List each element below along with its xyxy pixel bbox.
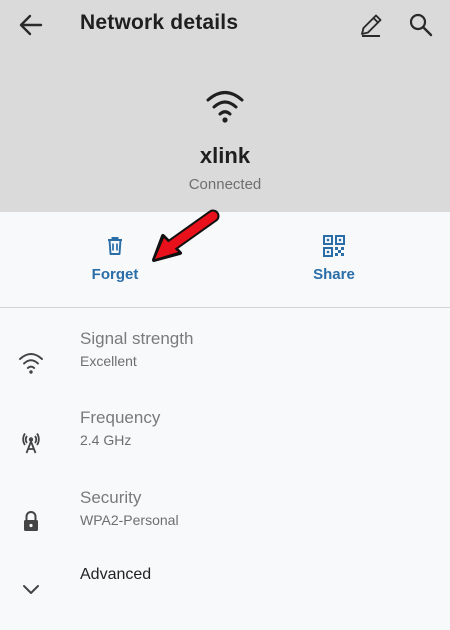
edit-button[interactable]: [354, 8, 388, 42]
forget-label: Forget: [91, 266, 139, 283]
qr-code-icon: [323, 235, 345, 257]
advanced-title: Advanced: [80, 566, 152, 583]
connection-status: Connected: [188, 176, 262, 193]
detail-title: Security: [80, 488, 142, 507]
page-title: Network details: [80, 11, 239, 34]
pencil-icon: [361, 14, 382, 37]
signal-strength-row[interactable]: Signal strength Excellent: [0, 329, 450, 393]
detail-value: Excellent: [80, 353, 137, 369]
back-button[interactable]: [14, 8, 48, 42]
network-header: Network details xlink Connected: [0, 0, 450, 212]
forget-button[interactable]: Forget: [55, 228, 175, 292]
share-button[interactable]: Share: [274, 228, 394, 292]
detail-value: WPA2-Personal: [80, 512, 179, 528]
wifi-icon: [204, 86, 246, 126]
detail-title: Frequency: [80, 408, 161, 427]
search-icon: [409, 13, 433, 37]
detail-value: 2.4 GHz: [80, 432, 132, 448]
share-label: Share: [313, 266, 355, 283]
frequency-row[interactable]: Frequency 2.4 GHz: [0, 408, 450, 472]
search-button[interactable]: [404, 8, 438, 42]
antenna-icon: [22, 432, 40, 454]
advanced-row[interactable]: Advanced: [0, 566, 450, 630]
lock-icon: [24, 511, 38, 531]
trash-icon: [108, 237, 122, 255]
app-bar: Network details: [0, 0, 450, 50]
security-row[interactable]: Security WPA2-Personal: [0, 488, 450, 552]
network-ssid: xlink: [199, 143, 251, 168]
chevron-down-icon: [23, 585, 39, 594]
arrow-back-icon: [19, 14, 43, 36]
detail-title: Signal strength: [80, 329, 194, 348]
section-divider: [0, 307, 450, 308]
wifi-icon: [19, 353, 43, 374]
